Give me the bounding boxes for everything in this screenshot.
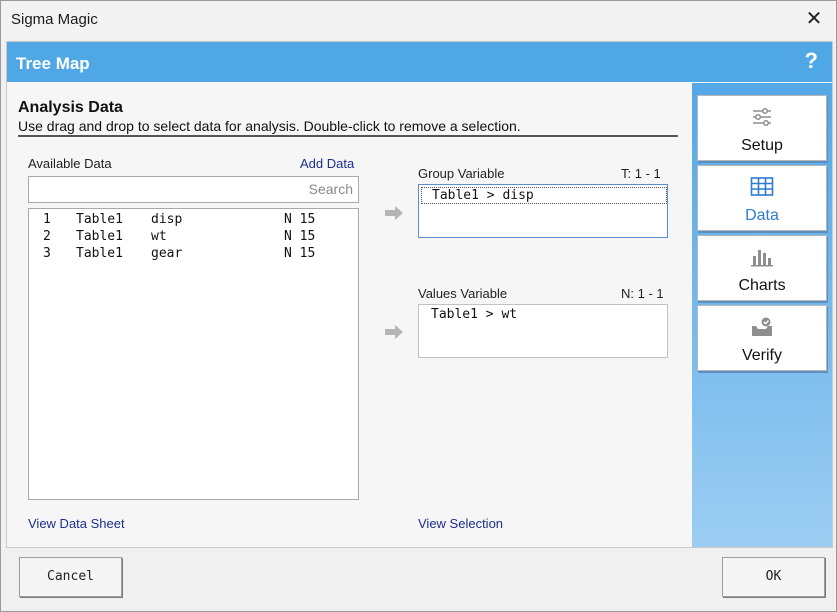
title-bar: Sigma Magic ✕ <box>1 1 836 39</box>
list-item[interactable]: 3 Table1 gear N 15 <box>29 246 358 263</box>
group-variable-item[interactable]: Table1 > disp <box>421 187 667 204</box>
view-data-sheet-link[interactable]: View Data Sheet <box>28 516 125 531</box>
window-title: Sigma Magic <box>11 11 98 28</box>
nav-charts-button[interactable]: Charts <box>697 235 827 301</box>
section-title: Analysis Data <box>18 99 123 116</box>
main-content: Tree Map ? Analysis Data Use drag and dr… <box>6 41 833 548</box>
nav-panel: Setup Data Charts Verify <box>692 83 832 547</box>
group-variable-count: T: 1 - 1 <box>621 166 661 181</box>
row-type: N 15 <box>284 229 316 244</box>
nav-setup-button[interactable]: Setup <box>697 95 827 161</box>
row-type: N 15 <box>284 212 316 227</box>
list-item[interactable]: 1 Table1 disp N 15 <box>29 212 358 229</box>
nav-setup-label: Setup <box>741 137 783 154</box>
search-box <box>28 176 359 203</box>
values-variable-item[interactable]: Table1 > wt <box>421 307 665 322</box>
nav-data-button[interactable]: Data <box>697 165 827 231</box>
row-column: disp <box>151 212 183 227</box>
section-subtitle: Use drag and drop to select data for ana… <box>18 118 521 134</box>
sliders-icon <box>753 107 771 127</box>
dialog-window: Sigma Magic ✕ Tree Map ? Analysis Data U… <box>0 0 837 612</box>
row-type: N 15 <box>284 246 316 261</box>
row-table: Table1 <box>76 246 123 261</box>
row-column: wt <box>151 229 167 244</box>
row-table: Table1 <box>76 229 123 244</box>
close-icon[interactable]: ✕ <box>802 7 826 31</box>
row-number: 1 <box>43 212 51 227</box>
values-variable-label: Values Variable <box>418 286 508 301</box>
nav-verify-label: Verify <box>741 347 782 364</box>
cancel-button[interactable]: Cancel <box>19 557 122 597</box>
row-number: 2 <box>43 229 51 244</box>
values-variable-box[interactable]: Table1 > wt <box>418 304 668 358</box>
row-number: 3 <box>43 246 51 261</box>
dialog-header: Tree Map ? <box>7 42 832 82</box>
table-icon <box>750 177 774 196</box>
ok-button[interactable]: OK <box>722 557 825 597</box>
section-divider <box>18 135 678 137</box>
nav-charts-label: Charts <box>738 277 786 294</box>
nav-data-label: Data <box>745 207 779 224</box>
bar-chart-icon <box>751 250 773 267</box>
list-item[interactable]: 2 Table1 wt N 15 <box>29 229 358 246</box>
nav-verify-button[interactable]: Verify <box>697 305 827 371</box>
inbox-check-icon <box>752 317 772 336</box>
group-variable-box[interactable]: Table1 > disp <box>418 184 668 238</box>
row-column: gear <box>151 246 183 261</box>
group-variable-label: Group Variable <box>418 166 505 181</box>
values-variable-count: N: 1 - 1 <box>621 286 664 301</box>
move-to-group-arrow-icon[interactable] <box>385 206 403 220</box>
add-data-link[interactable]: Add Data <box>300 156 354 171</box>
move-to-values-arrow-icon[interactable] <box>385 325 403 339</box>
view-selection-link[interactable]: View Selection <box>418 516 503 531</box>
help-icon[interactable]: ? <box>805 48 818 74</box>
page-title: Tree Map <box>16 54 90 73</box>
row-table: Table1 <box>76 212 123 227</box>
available-data-list[interactable]: 1 Table1 disp N 15 2 Table1 wt N 15 3 Ta… <box>28 208 359 500</box>
search-input[interactable] <box>29 177 358 200</box>
available-data-label: Available Data <box>28 156 112 171</box>
